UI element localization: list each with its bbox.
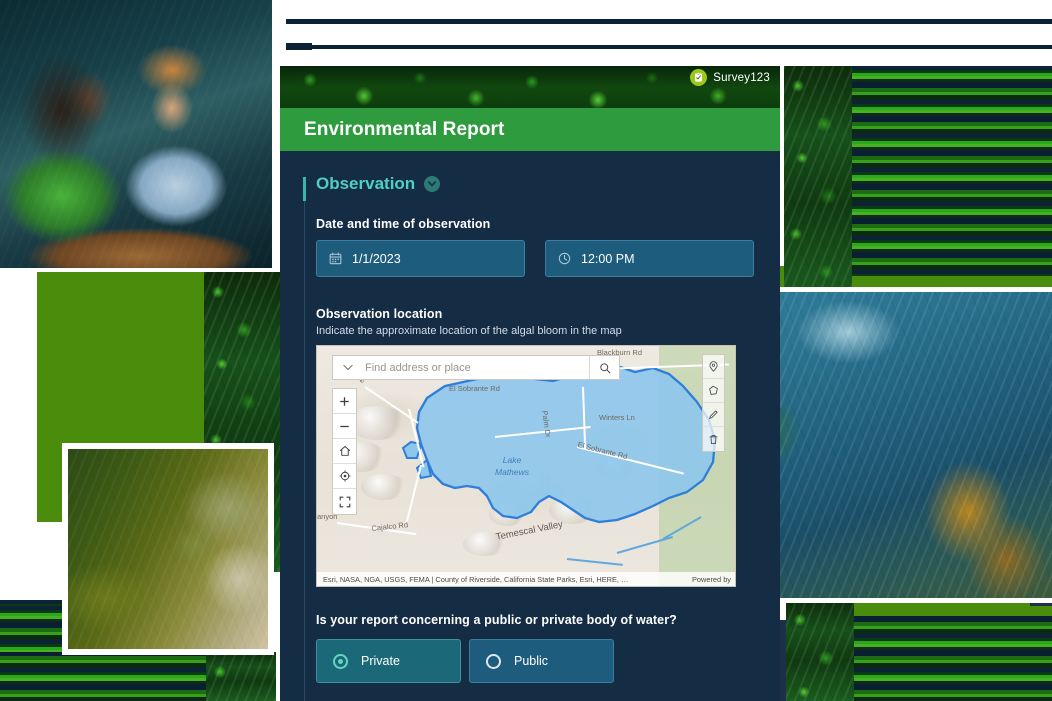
survey123-brand: Survey123	[690, 69, 770, 86]
plus-icon[interactable]	[333, 389, 356, 414]
clock-icon	[558, 252, 571, 265]
map-search-input[interactable]: Find address or place	[363, 362, 589, 374]
radio-icon-unselected	[486, 653, 501, 669]
locate-icon[interactable]	[333, 464, 356, 489]
group-accent-rail	[303, 177, 306, 201]
photo-underwater-kelp	[738, 292, 1052, 598]
decor-stripes-left-small	[0, 606, 62, 652]
date-value: 1/1/2023	[352, 251, 401, 266]
search-icon[interactable]	[589, 356, 619, 379]
map-lake-name-line1: Lake	[502, 455, 522, 465]
field-water-body-label: Is your report concerning a public or pr…	[316, 613, 677, 627]
field-datetime: Date and time of observation 1/1/2023 12…	[280, 217, 780, 277]
group-title: Observation	[316, 174, 416, 193]
radio-label-private: Private	[361, 654, 400, 668]
photo-aerial-forest-right	[784, 66, 852, 296]
decor-rule-top	[286, 19, 1052, 24]
observation-group: Observation Date and time of observation	[280, 151, 780, 701]
form-title: Environmental Report	[304, 118, 505, 140]
photo-algae-bloom	[68, 449, 268, 649]
photo-aerial-forest-bottom	[786, 600, 854, 701]
radio-label-public: Public	[514, 654, 549, 668]
time-input[interactable]: 12:00 PM	[545, 240, 754, 277]
field-location: Observation location Indicate the approx…	[280, 307, 780, 337]
datetime-inputs: 1/1/2023 12:00 PM	[316, 240, 754, 277]
map-lake-name-line2: Mathews	[495, 467, 530, 477]
minus-icon[interactable]	[333, 414, 356, 439]
chevron-down-icon[interactable]	[424, 176, 441, 192]
survey123-product-name: Survey123	[713, 71, 770, 84]
survey123-clipboard-icon	[690, 69, 708, 86]
photo-aerial-forest-bottom-left	[206, 652, 276, 701]
location-map[interactable]: Blackburn Rd El Sobrante Rd Winters Ln P…	[316, 345, 736, 587]
field-datetime-label: Date and time of observation	[316, 217, 491, 231]
decor-rule-second-cap	[286, 43, 312, 50]
group-guide-line	[304, 201, 305, 701]
map-attribution-text: Esri, NASA, NGA, USGS, FEMA | County of …	[323, 574, 629, 584]
map-nav-controls	[332, 388, 357, 515]
time-value: 12:00 PM	[581, 251, 635, 266]
field-location-label: Observation location	[316, 307, 443, 321]
calendar-icon	[329, 252, 342, 265]
map-draw-tools	[702, 354, 725, 452]
trash-icon[interactable]	[703, 427, 724, 451]
field-location-hint: Indicate the approximate location of the…	[316, 325, 622, 337]
map-search-bar[interactable]: Find address or place	[332, 355, 620, 380]
form-title-bar: Environmental Report	[280, 108, 780, 151]
point-icon[interactable]	[703, 355, 724, 379]
page-root: Survey123 Environmental Report Observati…	[0, 0, 1052, 701]
photo-people-laptop	[0, 0, 272, 268]
radio-option-private[interactable]: Private	[316, 639, 461, 683]
date-input[interactable]: 1/1/2023	[316, 240, 525, 277]
map-powered-by: Powered by	[691, 574, 731, 584]
polygon-icon[interactable]	[703, 379, 724, 403]
group-header[interactable]: Observation	[280, 169, 780, 199]
pencil-icon[interactable]	[703, 403, 724, 427]
fullscreen-icon[interactable]	[333, 489, 356, 514]
map-lake-name: Lake Mathews	[495, 454, 529, 478]
survey123-app-window: Survey123 Environmental Report Observati…	[280, 66, 780, 701]
map-place-label: Winters Ln	[599, 413, 635, 422]
map-place-label: El Sobrante Rd	[449, 384, 500, 393]
home-icon[interactable]	[333, 439, 356, 464]
radio-option-public[interactable]: Public	[469, 639, 614, 683]
decor-rule-second	[286, 45, 1052, 49]
radio-icon-selected	[333, 653, 348, 669]
water-body-options: Private Public	[316, 639, 754, 683]
field-water-body: Is your report concerning a public or pr…	[280, 613, 780, 683]
map-attribution: Esri, NASA, NGA, USGS, FEMA | County of …	[317, 572, 735, 586]
chevron-down-icon[interactable]	[333, 364, 363, 371]
form-body: Observation Date and time of observation	[280, 151, 780, 701]
